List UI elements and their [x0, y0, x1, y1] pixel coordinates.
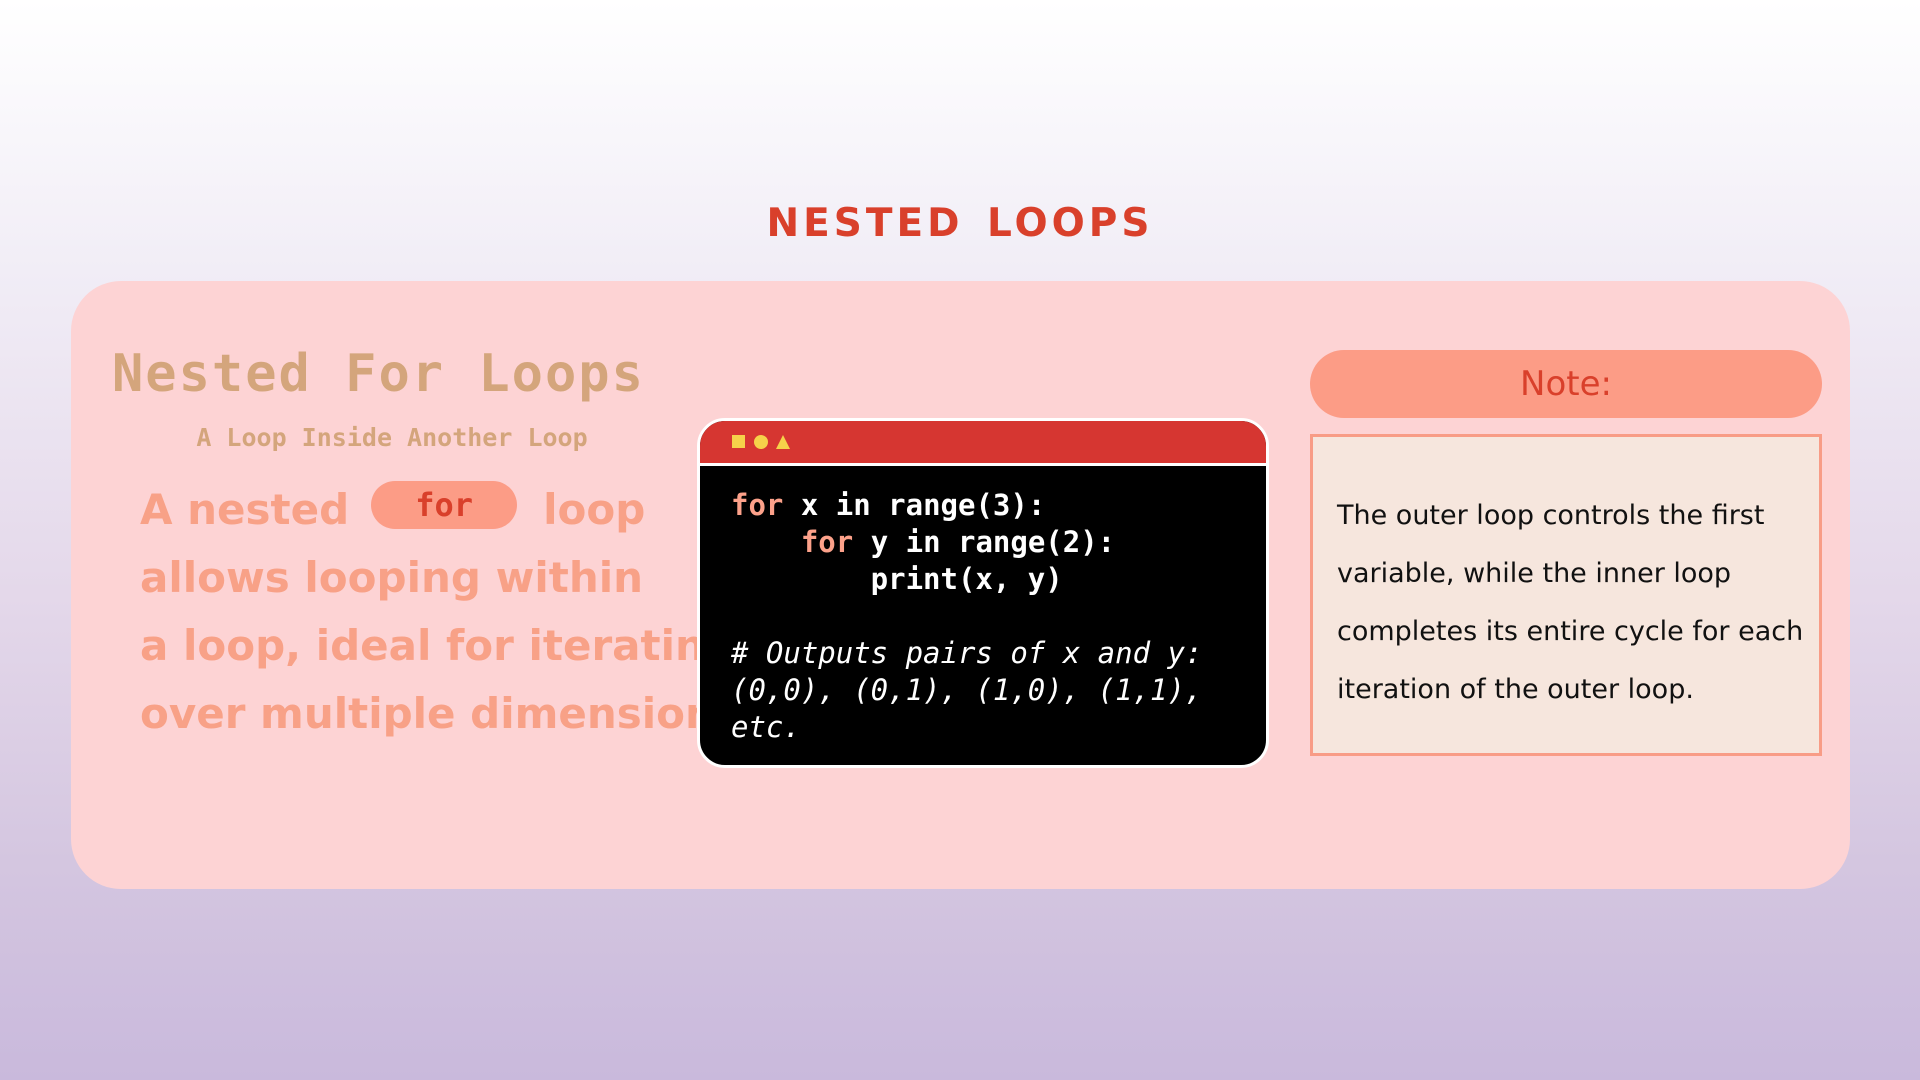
code-block: for x in range(3): for y in range(2): pr…: [731, 487, 1251, 746]
code-window-titlebar: [700, 421, 1266, 466]
circle-icon: [754, 435, 768, 449]
description-line-2: allows looping within: [140, 553, 644, 602]
description-line-3: a loop, ideal for iterating: [140, 621, 735, 670]
section-heading: Nested For Loops: [112, 344, 645, 404]
code-line-2: for y in range(2):: [731, 524, 1251, 561]
code-line-3: print(x, y): [731, 562, 1063, 596]
code-line-1: for x in range(3):: [731, 487, 1251, 524]
section-subheading: A Loop Inside Another Loop: [196, 423, 588, 452]
description-line-1: A nested for loop: [140, 476, 700, 544]
for-keyword-badge: for: [371, 481, 518, 529]
description-line-4: over multiple dimensions.: [140, 689, 756, 738]
square-icon: [732, 435, 745, 448]
code-keyword: for: [731, 488, 784, 522]
code-window: for x in range(3): for y in range(2): pr…: [697, 418, 1269, 768]
code-text: x in range(3):: [783, 488, 1046, 522]
slide-title: Nested Loops: [766, 185, 1154, 250]
note-text: The outer loop controls the first variab…: [1337, 500, 1804, 705]
code-text: y in range(2):: [853, 525, 1116, 559]
description-text: A nested for loop allows looping within a …: [140, 476, 756, 748]
code-keyword: for: [800, 525, 854, 559]
note-label: Note:: [1310, 350, 1822, 418]
note-box: The outer loop controls the first variab…: [1310, 434, 1822, 756]
description-prefix: A nested: [140, 485, 350, 534]
description-suffix: loop: [543, 485, 646, 534]
code-comment: # Outputs pairs of x and y: (0,0), (0,1)…: [731, 636, 1203, 744]
triangle-icon: [776, 435, 790, 449]
